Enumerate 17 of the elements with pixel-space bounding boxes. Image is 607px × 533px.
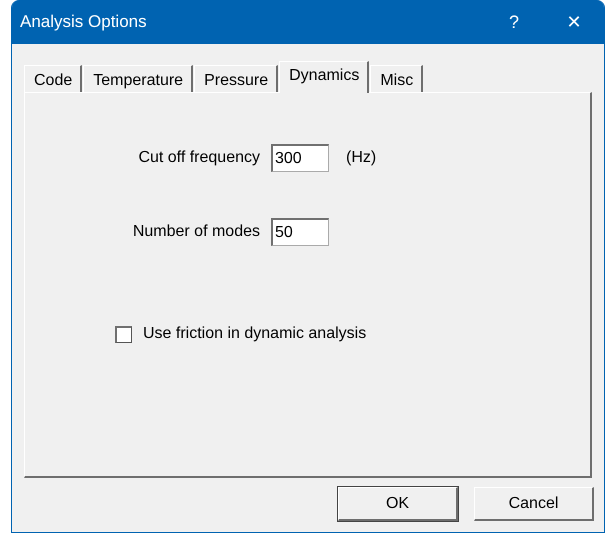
field-label: Cut off frequency xyxy=(137,148,261,168)
unit-label: (Hz) xyxy=(346,148,376,168)
window-title: Analysis Options xyxy=(20,11,148,34)
close-button[interactable]: ✕ xyxy=(544,0,604,44)
tab[interactable]: Temperature xyxy=(83,65,194,92)
tab[interactable]: Dynamics xyxy=(279,61,370,93)
input-field[interactable]: 50 xyxy=(271,218,329,246)
help-button[interactable]: ? xyxy=(484,0,544,44)
field-label: Number of modes xyxy=(132,222,261,242)
dialog-button[interactable]: OK xyxy=(338,487,458,521)
input-field[interactable]: 300 xyxy=(271,144,329,172)
checkbox-label: Use friction in dynamic analysis xyxy=(143,324,366,344)
checkbox[interactable] xyxy=(115,326,132,342)
dialog-button[interactable]: Cancel xyxy=(474,487,594,521)
tab[interactable]: Code xyxy=(24,65,82,92)
tab[interactable]: Misc xyxy=(370,65,424,92)
tab[interactable]: Pressure xyxy=(194,65,278,92)
